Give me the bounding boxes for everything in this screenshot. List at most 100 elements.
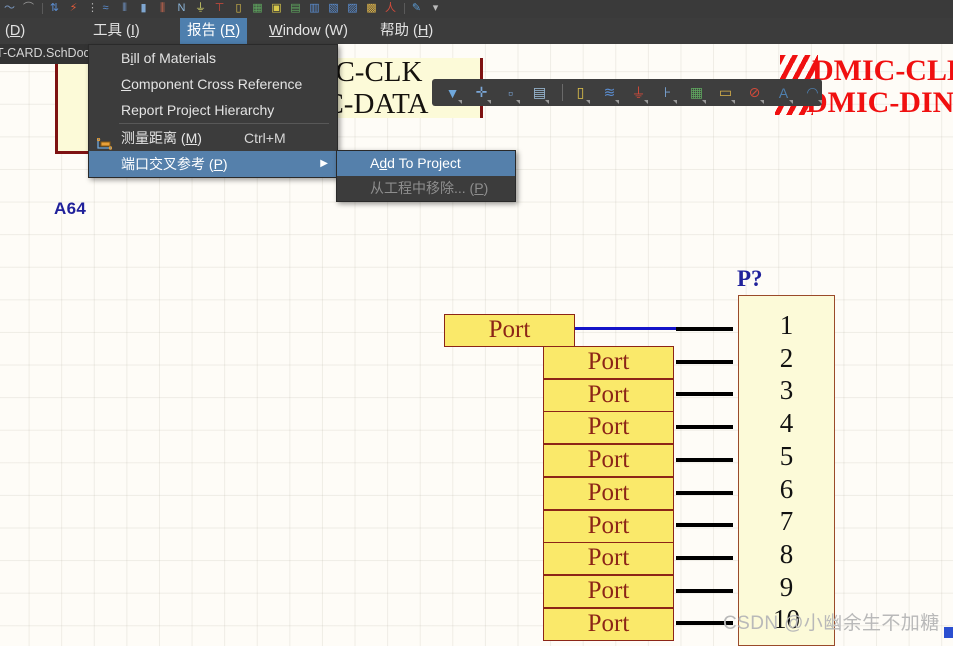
toolbar-separator: [42, 3, 43, 14]
menu-option-label: Report Project Hierarchy: [121, 102, 275, 118]
curve-icon[interactable]: ⌒: [21, 1, 36, 16]
sheet-symbol-icon[interactable]: ▦: [686, 82, 707, 104]
yellow-note-icon[interactable]: ▩: [364, 1, 379, 16]
filter-icon[interactable]: ▼: [442, 82, 463, 104]
top-toolbar[interactable]: 〜 ⌒ ⇅ ⚡ ⋮ ≈ ⦀ ▮ ⫼ N ⏚ ⊤ ▯ ▦ ▣ ▤ ▥ ▧ ▨ ▩ 人 ✎ ▾: [0, 0, 953, 19]
toolbar-separator: [404, 3, 405, 14]
connector-pin-number: 3: [779, 375, 794, 406]
submenu-option-label: 从工程中移除... (P): [370, 180, 489, 196]
select-area-icon[interactable]: ▫: [500, 82, 521, 104]
no-erc-icon[interactable]: ⊘: [744, 82, 765, 104]
connector-pin-number: 6: [779, 473, 794, 504]
menu-option-shortcut: Ctrl+M: [244, 130, 286, 146]
lightning-icon[interactable]: ⚡: [66, 1, 81, 16]
pin-wire[interactable]: [676, 457, 733, 462]
wave-icon[interactable]: 〜: [2, 1, 17, 16]
port-symbol[interactable]: Port: [543, 476, 674, 510]
wire-blue-segment[interactable]: [575, 327, 676, 330]
pin-wire[interactable]: [676, 490, 733, 495]
port-cross-reference-submenu[interactable]: Add To Project 从工程中移除... (P): [336, 150, 516, 202]
port-symbol[interactable]: Port: [543, 574, 674, 608]
submenu-option-add-to-project[interactable]: Add To Project: [337, 151, 515, 176]
corner-blue-marker: [944, 627, 953, 638]
menu-option-bill-of-materials[interactable]: Bill of Materials: [89, 45, 337, 71]
port-symbol[interactable]: Port: [444, 314, 575, 347]
port-symbol[interactable]: Port: [543, 346, 674, 379]
port-symbol[interactable]: Port: [543, 378, 674, 412]
port-symbol[interactable]: Port: [543, 444, 674, 478]
menu-option-label: Component Cross Reference: [121, 76, 303, 92]
menu-separator: [119, 123, 329, 124]
toolbar-separator: [562, 84, 563, 101]
menu-option-port-cross-reference[interactable]: 端口交叉参考 (P) ▶: [89, 151, 337, 177]
person-icon[interactable]: 人: [383, 1, 398, 16]
component-icon[interactable]: ▯: [231, 1, 246, 16]
connector-designator: P?: [737, 266, 763, 291]
port-symbol[interactable]: Port: [543, 542, 674, 576]
menu-option-report-project-hierarchy[interactable]: Report Project Hierarchy: [89, 97, 337, 123]
connector-pin-number: 7: [779, 506, 794, 537]
port-symbol[interactable]: Port: [543, 607, 674, 641]
wiring-toolbar[interactable]: ▼ ✛ ▫ ▤ ▯ ≋ ⏚ ⊦ ▦ ▭ ⊘ A ◠: [432, 79, 822, 106]
net-label-dmic-din: DMIC-DIN: [806, 86, 953, 119]
menu-item-report[interactable]: 报告 (R): [180, 18, 248, 44]
menu-item-design[interactable]: (D): [0, 18, 32, 44]
neu-icon[interactable]: N: [174, 1, 189, 16]
submenu-arrow-icon: ▶: [320, 158, 328, 169]
menu-option-component-cross-reference[interactable]: Component Cross Reference: [89, 71, 337, 97]
blue-block-icon[interactable]: ▧: [326, 1, 341, 16]
watermark-text: CSDN @小幽余生不加糖: [723, 613, 940, 634]
menu-item-window[interactable]: Window (W): [262, 18, 355, 44]
component-designator-a64: A64: [54, 199, 87, 218]
report-menu-dropdown[interactable]: Bill of Materials Component Cross Referen…: [88, 44, 338, 178]
green-image-icon[interactable]: ▤: [288, 1, 303, 16]
blue-block2-icon[interactable]: ▨: [345, 1, 360, 16]
pin-wire[interactable]: [676, 327, 733, 331]
document-tab-label[interactable]: T-CARD.SchDoc: [0, 46, 90, 60]
connector-pin-number: 5: [779, 440, 794, 471]
connector-pin-number: 8: [779, 538, 794, 569]
pin-wire[interactable]: [676, 392, 733, 397]
menu-option-label: Bill of Materials: [121, 50, 216, 66]
connector-pin-number: 1: [779, 310, 794, 340]
swap-arrows-icon[interactable]: ⇅: [47, 1, 62, 16]
pin-wire[interactable]: [676, 425, 733, 430]
menu-item-tools[interactable]: 工具 (I): [86, 18, 147, 44]
device-icon[interactable]: ▥: [307, 1, 322, 16]
bus-icon[interactable]: ⦀: [117, 1, 132, 16]
submenu-option-label: Add To Project: [370, 155, 461, 171]
port-symbol[interactable]: Port: [543, 411, 674, 445]
component-icon[interactable]: ▯: [570, 82, 591, 104]
port-symbol[interactable]: Port: [543, 509, 674, 543]
signal-icon[interactable]: ≈: [98, 1, 113, 16]
wire-icon[interactable]: ≋: [599, 82, 620, 104]
align-icon[interactable]: ▤: [529, 82, 550, 104]
menu-option-label: 测量距离 (M): [121, 130, 202, 146]
text-icon[interactable]: A: [773, 82, 794, 104]
menu-option-measure-distance[interactable]: 测量距离 (M) Ctrl+M: [89, 125, 337, 151]
port-icon[interactable]: ▮: [136, 1, 151, 16]
arc-icon[interactable]: ◠: [802, 82, 823, 104]
menu-option-label: 端口交叉参考 (P): [121, 156, 228, 172]
chevron-down-icon[interactable]: ▾: [428, 1, 443, 16]
net-label-dmic-clk: DMIC-CLK: [812, 54, 953, 87]
pin-wire[interactable]: [676, 359, 733, 364]
ground-icon[interactable]: ⏚: [193, 1, 208, 16]
pin-wire[interactable]: [676, 523, 733, 528]
sheet-symbol-icon[interactable]: ▦: [250, 1, 265, 16]
pin-wire[interactable]: [676, 555, 733, 560]
netlabel-icon[interactable]: ⊦: [657, 82, 678, 104]
pen-icon[interactable]: ✎: [409, 1, 424, 16]
port-icon[interactable]: ▭: [715, 82, 736, 104]
connector-pin-number: 9: [779, 571, 794, 602]
ground-icon[interactable]: ⏚: [628, 82, 649, 104]
ruler-icon: [96, 132, 113, 150]
power-icon[interactable]: ⊤: [212, 1, 227, 16]
submenu-option-remove-from-project: 从工程中移除... (P): [337, 176, 515, 201]
net-icon[interactable]: ⫼: [155, 1, 170, 16]
crosshair-icon[interactable]: ✛: [471, 82, 492, 104]
place-part-icon[interactable]: ▣: [269, 1, 284, 16]
pin-wire[interactable]: [676, 588, 733, 593]
menu-bar[interactable]: (D) 工具 (I) 报告 (R) Window (W) 帮助 (H): [0, 18, 953, 44]
menu-item-help[interactable]: 帮助 (H): [373, 18, 440, 44]
